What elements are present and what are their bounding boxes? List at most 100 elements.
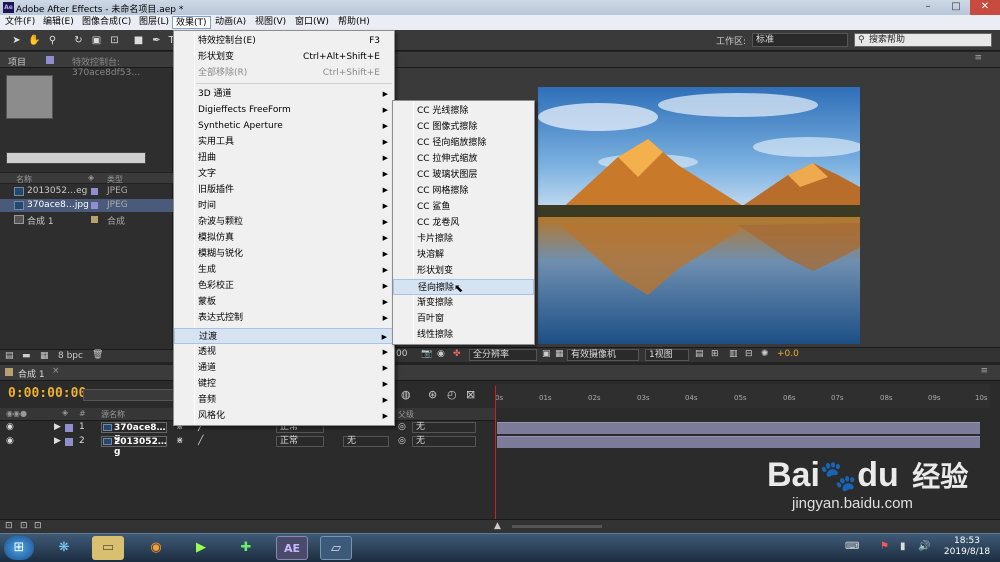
menu-animation[interactable]: 动画(A) — [212, 16, 249, 29]
layer-duration-bar[interactable] — [497, 422, 980, 434]
submenu-item-venetian-blinds[interactable]: 百叶窗 — [393, 311, 534, 327]
panel-menu-icon[interactable]: ≡ — [980, 366, 988, 376]
menu-item-channel[interactable]: 通道 ▶ — [174, 360, 394, 376]
channel-icon[interactable]: ✤ — [453, 349, 461, 359]
submenu-item-cc-glass-wipe[interactable]: CC 玻璃状图层 — [393, 167, 534, 183]
region-of-interest-icon[interactable]: ▣ — [542, 349, 551, 359]
eye-icon[interactable]: ◉ — [6, 436, 14, 446]
360-icon[interactable]: ✚ — [230, 536, 262, 560]
after-effects-icon[interactable]: AE — [276, 536, 308, 560]
pickwhip-icon[interactable]: ◎ — [398, 422, 406, 432]
help-search-input[interactable]: ⚲ 搜索帮助 — [854, 33, 992, 47]
submenu-item-block-dissolve[interactable]: 块溶解 — [393, 247, 534, 263]
zoom-out-icon[interactable]: ▲ — [494, 521, 501, 531]
submenu-item-cc-jaws[interactable]: CC 鲨鱼 — [393, 199, 534, 215]
menu-item-color-correction[interactable]: 色彩校正 ▶ — [174, 278, 394, 294]
shy-switch-icon[interactable]: ⋇ — [176, 436, 184, 446]
submenu-item-cc-radial-scale-wipe[interactable]: CC 径向缩放擦除 — [393, 135, 534, 151]
menu-item-shape-transition[interactable]: 形状划变 Ctrl+Alt+Shift+E — [174, 49, 394, 65]
tab-project[interactable]: 项目 — [8, 55, 26, 68]
layer-name-field[interactable]: 370ace8…g — [101, 422, 167, 443]
project-item[interactable]: 370ace8…jpg JPEG — [0, 199, 173, 212]
menu-item-time[interactable]: 时间 ▶ — [174, 198, 394, 214]
submenu-item-gradient-wipe[interactable]: 渐变擦除 — [393, 295, 534, 311]
camera-select[interactable]: 有效摄像机 — [567, 349, 639, 361]
maximize-button[interactable]: □ — [942, 0, 970, 15]
submenu-item-cc-image-wipe[interactable]: CC 图像式擦除 — [393, 119, 534, 135]
system-clock[interactable]: 18:53 2019/8/18 — [940, 536, 994, 558]
pickwhip-icon[interactable]: ◎ — [398, 436, 406, 446]
header-source-name[interactable]: 源名称 — [101, 409, 125, 420]
viewer-time[interactable]: 00 — [396, 349, 407, 359]
menu-composition[interactable]: 图像合成(C) — [79, 16, 134, 29]
start-orb-icon[interactable]: ⊞ — [4, 536, 34, 560]
project-item[interactable]: 合成 1 合成 — [0, 213, 173, 227]
quality-switch-icon[interactable]: ╱ — [198, 436, 203, 446]
interpret-footage-icon[interactable]: ▤ — [5, 351, 14, 361]
fast-preview-icon[interactable]: ⊞ — [711, 349, 719, 359]
menu-item-digieffects[interactable]: Digieffects FreeForm ▶ — [174, 102, 394, 118]
motion-blur-icon[interactable]: ◍ — [401, 388, 411, 401]
panel-menu-icon[interactable]: ≡ — [974, 53, 982, 63]
live-update-icon[interactable]: ⊠ — [466, 388, 475, 401]
media-icon[interactable]: ❋ — [48, 536, 80, 560]
flag-icon[interactable]: ⚑ — [880, 541, 889, 552]
menu-view[interactable]: 视图(V) — [252, 16, 289, 29]
timeline-icon[interactable]: ▥ — [729, 349, 738, 359]
toggle-modes-icon[interactable]: ⊡ — [20, 521, 28, 531]
submenu-item-shape-transition[interactable]: 形状划变 — [393, 263, 534, 279]
menu-effects[interactable]: 效果(T) — [172, 16, 211, 29]
close-button[interactable]: ✕ — [970, 0, 1000, 15]
workspace-select[interactable]: 标准 — [752, 33, 848, 47]
time-ruler[interactable]: 0s 01s 02s 03s 04s 05s 06s 07s 08s 09s 1… — [495, 384, 990, 408]
toggle-pixel-aspect-icon[interactable]: ▤ — [695, 349, 704, 359]
menu-item-matte[interactable]: 蒙板 ▶ — [174, 294, 394, 310]
rectangle-tool-icon[interactable]: ■ — [132, 34, 145, 47]
layer-duration-bar[interactable] — [497, 436, 980, 448]
toggle-inout-icon[interactable]: ⊡ — [34, 521, 42, 531]
zoom-tool-icon[interactable]: ⚲ — [46, 34, 59, 47]
menu-layer[interactable]: 图层(L) — [136, 16, 172, 29]
parent-select[interactable]: 无 — [412, 436, 476, 447]
menu-item-transition[interactable]: 过渡 ▶ — [174, 328, 394, 344]
menu-item-utility[interactable]: 实用工具 ▶ — [174, 134, 394, 150]
pen-tool-icon[interactable]: ✒ — [150, 34, 163, 47]
zoom-slider[interactable] — [512, 525, 602, 528]
menu-item-stylize[interactable]: 风格化 ▶ — [174, 408, 394, 424]
expand-arrow-icon[interactable]: ▶ — [54, 422, 61, 432]
brainstorm-icon[interactable]: ⊛ — [428, 388, 437, 401]
rotate-tool-icon[interactable]: ↻ — [72, 34, 85, 47]
tab-composition[interactable]: 合成 1 — [18, 367, 45, 380]
project-search-input[interactable] — [6, 152, 146, 164]
flowchart-icon[interactable]: ⊟ — [745, 349, 753, 359]
trash-icon[interactable]: 🗑 — [92, 350, 103, 360]
submenu-item-linear-wipe[interactable]: 线性擦除 — [393, 327, 534, 343]
menu-item-audio[interactable]: 音频 ▶ — [174, 392, 394, 408]
menu-item-keying[interactable]: 键控 ▶ — [174, 376, 394, 392]
layer-name-field[interactable]: 2013052…g — [101, 436, 167, 457]
menu-item-synthetic-aperture[interactable]: Synthetic Aperture ▶ — [174, 118, 394, 134]
submenu-item-card-wipe[interactable]: 卡片擦除 — [393, 231, 534, 247]
resolution-select[interactable]: 全分辨率 — [469, 349, 537, 361]
network-icon[interactable]: ▮ — [900, 541, 906, 552]
toggle-switches-icon[interactable]: ⊡ — [5, 521, 13, 531]
menu-item-expression-controls[interactable]: 表达式控制 ▶ — [174, 310, 394, 326]
notepad-icon[interactable]: ▱ — [320, 536, 352, 560]
project-item[interactable]: 2013052…eg JPEG — [0, 185, 173, 198]
explorer-icon[interactable]: ▭ — [92, 536, 124, 560]
bit-depth-label[interactable]: 8 bpc — [58, 351, 83, 361]
header-parent[interactable]: 父级 — [398, 409, 414, 420]
menu-item-noise-grain[interactable]: 杂波与颗粒 ▶ — [174, 214, 394, 230]
layer-row[interactable]: ◉ ▶ 2 2013052…g ⋇ ╱ 正常 无 ◎ 无 — [0, 435, 495, 457]
menu-item-simulation[interactable]: 模拟仿真 ▶ — [174, 230, 394, 246]
menu-item-blur-sharpen[interactable]: 模糊与锐化 ▶ — [174, 246, 394, 262]
expand-arrow-icon[interactable]: ▶ — [54, 436, 61, 446]
menu-edit[interactable]: 编辑(E) — [40, 16, 77, 29]
graph-editor-icon[interactable]: ◴ — [447, 388, 457, 401]
keyboard-icon[interactable]: ⌨ — [845, 541, 859, 552]
menu-item-obsolete[interactable]: 旧版插件 ▶ — [174, 182, 394, 198]
submenu-item-cc-twister[interactable]: CC 龙卷风 — [393, 215, 534, 231]
close-tab-icon[interactable]: × — [52, 366, 60, 376]
eye-icon[interactable]: ◉ — [6, 422, 14, 432]
firefox-icon[interactable]: ◉ — [140, 536, 172, 560]
